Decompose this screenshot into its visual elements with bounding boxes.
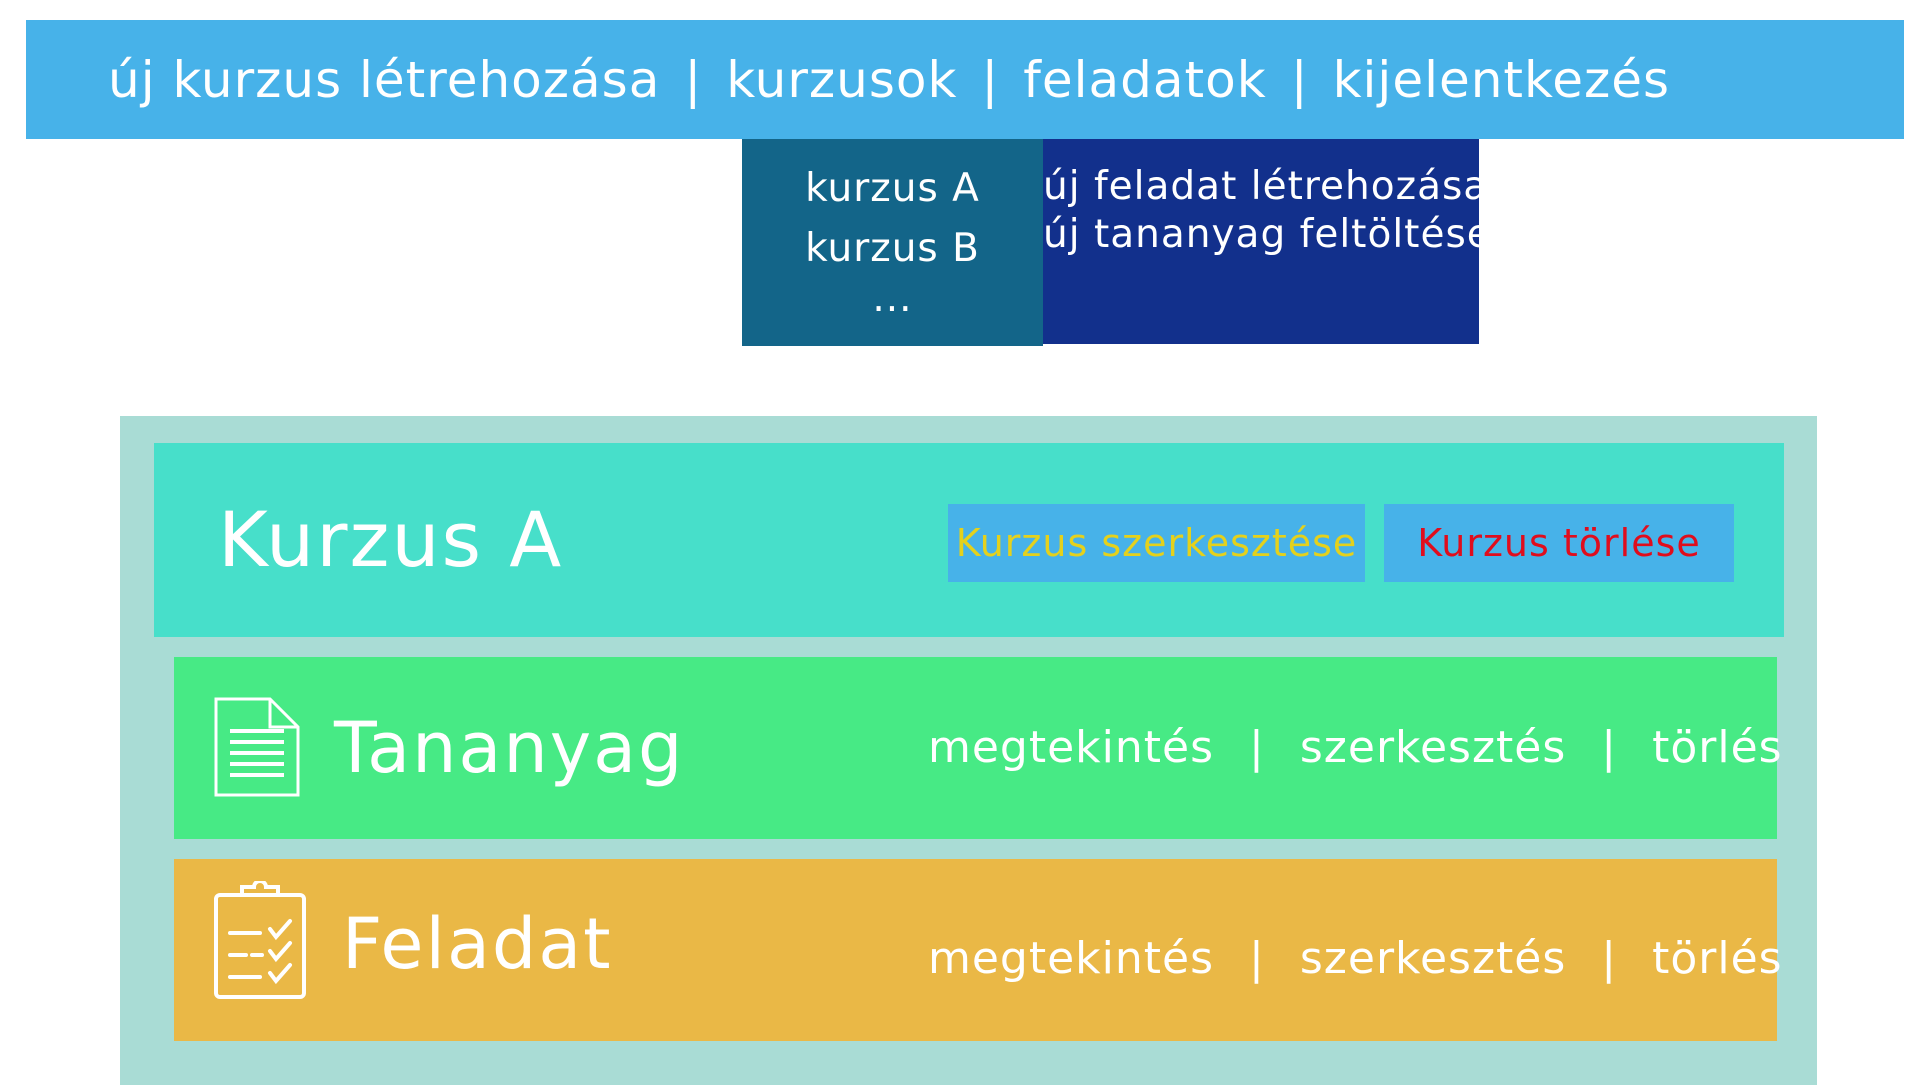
delete-course-button[interactable]: Kurzus törlése	[1384, 504, 1734, 582]
course-title: Kurzus A	[218, 495, 564, 584]
courses-dropdown: kurzus A kurzus B ...	[742, 139, 1043, 346]
task-view-link[interactable]: megtekintés	[928, 933, 1214, 984]
dropdown-item-course-a[interactable]: kurzus A	[805, 159, 980, 219]
material-title: Tananyag	[334, 707, 685, 789]
nav-logout[interactable]: kijelentkezés	[1333, 51, 1670, 109]
task-actions: megtekintés | szerkesztés | törlés	[928, 859, 1783, 1041]
nav-separator: |	[684, 50, 703, 109]
action-separator: |	[1601, 722, 1618, 773]
material-delete-link[interactable]: törlés	[1652, 722, 1782, 773]
dropdown-item-course-b[interactable]: kurzus B	[805, 219, 980, 279]
action-separator: |	[1249, 722, 1265, 773]
action-separator: |	[1601, 933, 1618, 984]
nav-separator: |	[1290, 50, 1309, 109]
task-title: Feladat	[342, 903, 613, 985]
action-separator: |	[1249, 933, 1265, 984]
nav-separator: |	[981, 50, 1000, 109]
material-edit-link[interactable]: szerkesztés	[1300, 722, 1566, 773]
dropdown-more: ...	[872, 276, 913, 321]
dropdown-item-upload-material[interactable]: új tananyag feltöltése	[1043, 211, 1491, 259]
clipboard-check-icon	[214, 881, 306, 999]
document-icon	[214, 697, 300, 797]
nav-courses[interactable]: kurzusok	[726, 51, 957, 109]
material-view-link[interactable]: megtekintés	[928, 722, 1214, 773]
nav-tasks[interactable]: feladatok	[1023, 51, 1266, 109]
dropdown-item-new-task[interactable]: új feladat létrehozása	[1043, 163, 1487, 211]
material-actions: megtekintés | szerkesztés | törlés	[928, 657, 1783, 839]
edit-course-button[interactable]: Kurzus szerkesztése	[948, 504, 1365, 582]
top-nav: új kurzus létrehozása | kurzusok | felad…	[108, 20, 1670, 139]
nav-new-course[interactable]: új kurzus létrehozása	[108, 51, 660, 109]
tasks-dropdown: új feladat létrehozása új tananyag feltö…	[1043, 139, 1491, 344]
task-delete-link[interactable]: törlés	[1652, 933, 1782, 984]
task-edit-link[interactable]: szerkesztés	[1300, 933, 1566, 984]
